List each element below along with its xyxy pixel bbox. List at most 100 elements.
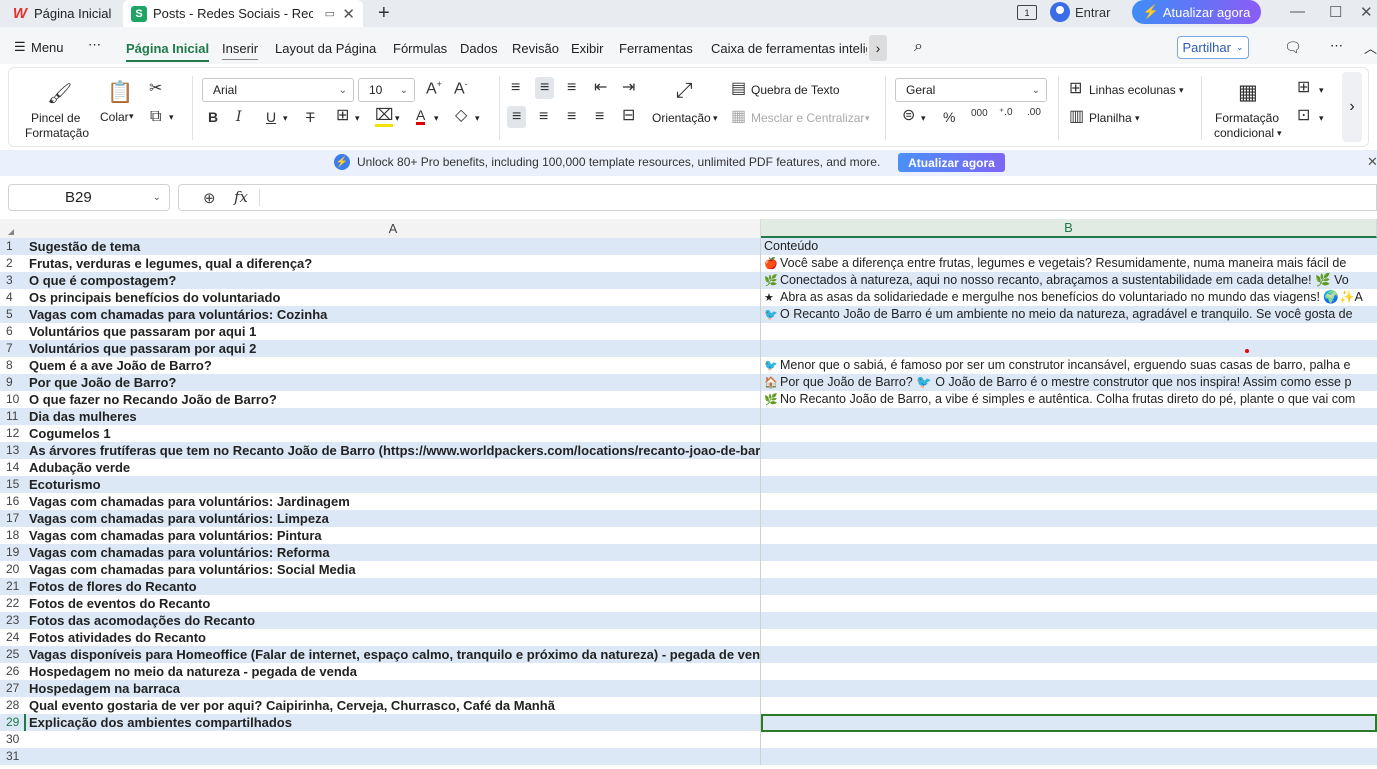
fill-color-dropdown-icon[interactable]: ▾ xyxy=(395,113,400,124)
tab-document[interactable]: S Posts - Redes Sociais - Recanto João d… xyxy=(123,0,363,27)
align-middle-icon[interactable]: ≡ xyxy=(535,77,555,99)
cell-a[interactable]: As árvores frutíferas que tem no Recanto… xyxy=(26,442,761,459)
row-number[interactable]: 29 xyxy=(0,714,26,731)
tab-exibir[interactable]: Exibir xyxy=(571,41,604,56)
borders-icon[interactable]: ⊞ xyxy=(336,108,349,124)
cell-b[interactable] xyxy=(761,561,1377,578)
cell-a[interactable]: Voluntários que passaram por aqui 1 xyxy=(26,323,761,340)
conditional-format-icon[interactable]: ▦ xyxy=(1238,82,1258,103)
cell-b[interactable] xyxy=(761,748,1377,765)
tab-ferramentas[interactable]: Ferramentas xyxy=(619,41,693,56)
row-number[interactable]: 5 xyxy=(0,306,26,323)
align-top-icon[interactable]: ≡ xyxy=(511,80,520,96)
align-left-icon[interactable]: ≡ xyxy=(507,106,527,128)
indent-decrease-icon[interactable]: ⇤ xyxy=(594,80,607,96)
cell-a[interactable]: Cogumelos 1 xyxy=(26,425,761,442)
underline-dropdown-icon[interactable]: ▾ xyxy=(283,113,288,124)
ribbon-scroll-right-icon[interactable]: › xyxy=(1342,72,1362,142)
wrap-text-button[interactable]: Quebra de Texto xyxy=(751,83,840,97)
copy-icon[interactable]: ⧉ xyxy=(150,109,161,125)
cell-b[interactable]: 🌿 Conectados à natureza, aqui no nosso re… xyxy=(761,272,1377,289)
more-options-icon[interactable]: ⋯ xyxy=(1330,38,1343,54)
orientation-button[interactable]: Orientação xyxy=(652,111,711,125)
increase-font-icon[interactable]: A+ xyxy=(426,80,442,97)
row-number[interactable]: 24 xyxy=(0,629,26,646)
upgrade-button[interactable]: ⚡ Atualizar agora xyxy=(1132,0,1261,24)
cell-b[interactable]: ★ Abra as asas da solidariedade e mergulh… xyxy=(761,289,1377,306)
banner-upgrade-button[interactable]: Atualizar agora xyxy=(898,153,1005,172)
row-number[interactable]: 9 xyxy=(0,374,26,391)
cell-a[interactable]: Explicação dos ambientes compartilhados xyxy=(26,714,761,731)
cell-b[interactable]: Conteúdo xyxy=(761,238,1377,255)
cell-a[interactable]: Qual evento gostaria de ver por aqui? Ca… xyxy=(26,697,761,714)
cell-a[interactable]: Sugestão de tema xyxy=(26,238,761,255)
cell-b[interactable]: 🍎 Você sabe a diferença entre frutas, leg… xyxy=(761,255,1377,272)
cell-b[interactable] xyxy=(761,595,1377,612)
cell-style-dropdown-icon[interactable]: ▾ xyxy=(1319,113,1324,124)
merge-dropdown-icon[interactable]: ▾ xyxy=(865,113,870,124)
minimize-icon[interactable]: — xyxy=(1290,3,1305,20)
row-number[interactable]: 8 xyxy=(0,357,26,374)
tab-caixa-ferramentas[interactable]: Caixa de ferramentas inteligentes xyxy=(711,41,867,56)
align-right-icon[interactable]: ≡ xyxy=(567,109,576,125)
cell-b[interactable]: 🏠 Por que João de Barro? 🐦 O João de Barr… xyxy=(761,374,1377,391)
italic-icon[interactable]: I xyxy=(236,110,242,124)
paste-icon[interactable]: 📋 xyxy=(107,82,133,103)
cell-a[interactable]: Vagas com chamadas para voluntários: Soc… xyxy=(26,561,761,578)
format-painter-label-2[interactable]: Formatação xyxy=(25,126,89,140)
cell-b[interactable] xyxy=(761,629,1377,646)
table-style-icon[interactable]: ⊞ xyxy=(1297,80,1310,96)
login-button[interactable]: Entrar xyxy=(1075,5,1110,20)
copy-dropdown-icon[interactable]: ▾ xyxy=(169,112,174,123)
tab-inserir[interactable]: Inserir xyxy=(222,41,258,56)
more-icon[interactable]: ⋯ xyxy=(88,37,101,53)
close-window-icon[interactable]: ✕ xyxy=(1360,3,1373,21)
cell-b[interactable]: 🐦 Menor que o sabiá, é famoso por ser um … xyxy=(761,357,1377,374)
cell-a[interactable]: Vagas com chamadas para voluntários: Pin… xyxy=(26,527,761,544)
rows-columns-dropdown-icon[interactable]: ▾ xyxy=(1179,85,1184,96)
cell-a[interactable] xyxy=(26,748,761,765)
sheet-dropdown-icon[interactable]: ▾ xyxy=(1135,113,1140,124)
cell-b[interactable] xyxy=(761,680,1377,697)
tab-revisao[interactable]: Revisão xyxy=(512,41,559,56)
orientation-icon[interactable]: ⤢ xyxy=(676,80,693,101)
cell-a[interactable]: Hospedagem na barraca xyxy=(26,680,761,697)
row-number[interactable]: 25 xyxy=(0,646,26,663)
row-number[interactable]: 7 xyxy=(0,340,26,357)
cell-a[interactable]: Adubação verde xyxy=(26,459,761,476)
cell-a[interactable]: Vagas disponíveis para Homeoffice (Falar… xyxy=(26,646,761,663)
cell-a[interactable]: Os principais benefícios do voluntariado xyxy=(26,289,761,306)
cell-b[interactable] xyxy=(761,731,1377,748)
orientation-dropdown-icon[interactable]: ▾ xyxy=(713,113,718,124)
tab-layout[interactable]: Layout da Página xyxy=(275,41,376,56)
format-painter-label-1[interactable]: Pincel de xyxy=(31,111,80,125)
cell-style-icon[interactable]: ⊡ xyxy=(1297,108,1310,124)
column-header-b[interactable]: B xyxy=(761,219,1377,238)
conditional-format-label-1[interactable]: Formatação xyxy=(1215,111,1279,125)
cell-b[interactable] xyxy=(761,476,1377,493)
close-tab-icon[interactable]: ✕ xyxy=(342,5,355,23)
cell-b[interactable] xyxy=(761,612,1377,629)
cell-a[interactable]: Ecoturismo xyxy=(26,476,761,493)
conditional-format-label-2[interactable]: condicional xyxy=(1214,126,1274,140)
cell-b[interactable] xyxy=(761,459,1377,476)
row-number[interactable]: 17 xyxy=(0,510,26,527)
cell-b[interactable] xyxy=(761,510,1377,527)
cell-a[interactable]: Dia das mulheres xyxy=(26,408,761,425)
row-number[interactable]: 27 xyxy=(0,680,26,697)
wrap-text-icon[interactable]: ▤ xyxy=(731,81,746,97)
cell-a[interactable]: Vagas com chamadas para voluntários: Lim… xyxy=(26,510,761,527)
eraser-dropdown-icon[interactable]: ▾ xyxy=(475,113,480,124)
avatar[interactable] xyxy=(1050,2,1070,22)
row-number[interactable]: 18 xyxy=(0,527,26,544)
conditional-dropdown-icon[interactable]: ▾ xyxy=(1277,128,1282,139)
cell-a[interactable]: Fotos atividades do Recanto xyxy=(26,629,761,646)
row-number[interactable]: 12 xyxy=(0,425,26,442)
sheet-icon[interactable]: ▥ xyxy=(1069,109,1084,125)
formula-bar[interactable]: ⊕ fx xyxy=(178,184,1377,211)
row-number[interactable]: 4 xyxy=(0,289,26,306)
row-number[interactable]: 28 xyxy=(0,697,26,714)
cell-b[interactable] xyxy=(761,340,1377,357)
row-number[interactable]: 19 xyxy=(0,544,26,561)
row-number[interactable]: 21 xyxy=(0,578,26,595)
